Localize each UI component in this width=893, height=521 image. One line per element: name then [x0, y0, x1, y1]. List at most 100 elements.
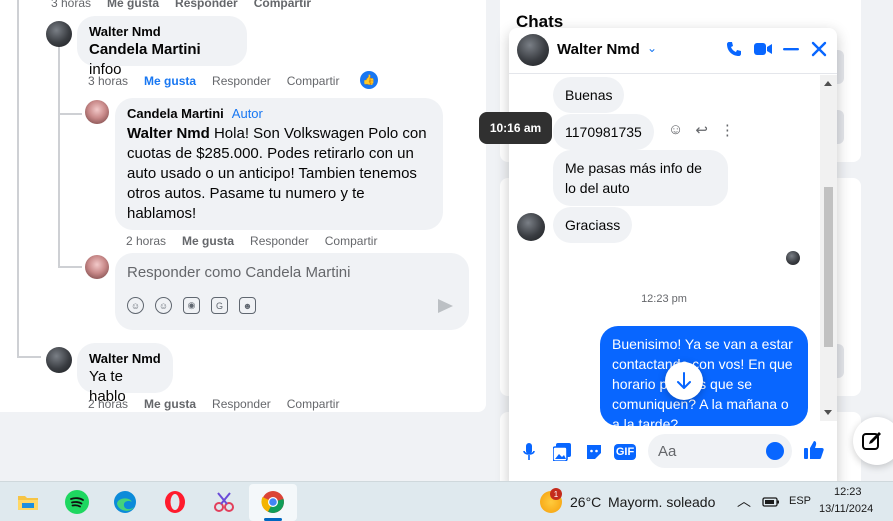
emoji-icon[interactable] [766, 442, 784, 460]
contact-avatar[interactable] [517, 213, 545, 241]
photo-icon[interactable] [552, 442, 572, 462]
reply-icon[interactable]: ↩ [695, 121, 708, 139]
comment-time[interactable]: 3 horas [88, 74, 128, 88]
emoji-icon[interactable]: ☺ [155, 297, 172, 314]
comment-author[interactable]: Walter Nmd [89, 24, 235, 40]
avatar-sticker-icon[interactable]: ☺ [127, 297, 144, 314]
microphone-icon[interactable] [519, 442, 539, 462]
avatar[interactable] [85, 100, 109, 124]
scrollbar-thumb[interactable] [824, 187, 833, 347]
reply-link[interactable]: Responder [175, 0, 238, 10]
message-timestamp: 12:23 pm [641, 293, 687, 305]
minimize-icon[interactable] [781, 39, 801, 59]
share-link[interactable]: Compartir [287, 74, 340, 88]
message-actions: ☺ ↩ ⋮ [668, 121, 735, 139]
avatar[interactable] [46, 347, 72, 373]
snipping-tool-icon[interactable] [210, 488, 238, 516]
clock-time[interactable]: 12:23 [834, 486, 862, 498]
reply-link[interactable]: Responder [250, 234, 309, 248]
my-message-bubble[interactable]: Buenisimo! Ya se van a estar contactando… [600, 326, 808, 426]
message-bubble[interactable]: 1170981735 [553, 114, 654, 150]
author-badge: Autor [231, 106, 263, 121]
avatar[interactable] [46, 21, 72, 47]
message-placeholder: Aa [658, 443, 677, 460]
new-message-button[interactable] [853, 417, 893, 465]
chevron-down-icon[interactable]: ⌄ [647, 41, 657, 55]
thread-line [58, 266, 82, 268]
video-icon[interactable] [753, 39, 773, 59]
message-bubble[interactable]: Graciass [553, 207, 633, 243]
weather-description[interactable]: Mayorm. soleado [608, 494, 715, 510]
like-link[interactable]: Me gusta [182, 234, 234, 248]
reply-link[interactable]: Responder [212, 74, 271, 88]
comment-actions: 3 horas Me gusta Responder Compartir [88, 74, 339, 88]
like-link[interactable]: Me gusta [144, 397, 196, 411]
share-link[interactable]: Compartir [287, 397, 340, 411]
opera-icon[interactable] [161, 488, 189, 516]
share-link[interactable]: Compartir [325, 234, 378, 248]
gif-icon[interactable]: G [211, 297, 228, 314]
comment-actions: 3 horas Me gusta Responder Compartir [51, 0, 311, 10]
phone-icon[interactable] [724, 39, 744, 59]
message-input[interactable]: Aa [648, 434, 792, 468]
thumbs-up-icon[interactable] [804, 440, 824, 460]
message-bubble[interactable]: Me pasas más info de lo del auto [553, 150, 728, 206]
chrome-icon[interactable] [259, 488, 287, 516]
comment-author[interactable]: Walter Nmd [89, 351, 161, 367]
more-icon[interactable]: ⋮ [720, 121, 735, 139]
message-list: Buenas 1170981735 ☺ ↩ ⋮ Me pasas más inf… [509, 75, 819, 426]
message-bubble[interactable]: Buenas [553, 77, 625, 113]
comment-bubble: Walter Nmd Candela Martini infoo [77, 16, 247, 78]
comment-actions: 2 horas Me gusta Responder Compartir [88, 397, 339, 411]
comment-bubble: Candela Martini Autor Walter Nmd Hola! So… [115, 98, 443, 230]
comment-time[interactable]: 3 horas [51, 0, 91, 10]
compose-icon [862, 432, 881, 450]
chevron-up-icon[interactable]: ︿ [737, 491, 751, 511]
thread-line [58, 113, 60, 268]
contact-name[interactable]: Walter Nmd [557, 41, 640, 58]
thread-line [17, 356, 41, 358]
scrollbar[interactable] [820, 75, 837, 421]
language-indicator[interactable]: ESP [789, 495, 811, 507]
temperature[interactable]: 26°C [570, 494, 601, 510]
comment-author[interactable]: Candela Martini [127, 106, 224, 121]
like-reaction-icon[interactable]: 👍 [360, 71, 378, 89]
thread-line [58, 45, 60, 115]
send-icon[interactable] [438, 299, 453, 313]
battery-icon[interactable] [757, 488, 785, 516]
comment-time[interactable]: 2 horas [88, 397, 128, 411]
gif-label: GIF [613, 444, 637, 460]
share-link[interactable]: Compartir [254, 0, 311, 10]
sticker-icon[interactable] [584, 442, 604, 462]
comment-mention[interactable]: Walter Nmd [127, 125, 210, 142]
messenger-chat-window: Walter Nmd ⌄ Buenas 1170981735 ☺ ↩ ⋮ Me … [509, 28, 837, 488]
scroll-down-arrow[interactable] [824, 410, 832, 415]
reply-input[interactable]: Responder como Candela Martini ☺ ☺ ◉ G ☻ [115, 253, 469, 330]
comments-panel: 3 horas Me gusta Responder Compartir Wal… [0, 0, 486, 412]
reply-toolbar: ☺ ☺ ◉ G ☻ [127, 297, 256, 314]
jump-to-bottom-button[interactable] [665, 362, 703, 400]
thread-line [17, 0, 19, 358]
like-link[interactable]: Me gusta [107, 0, 159, 10]
comment-author-row: Candela Martini Autor [127, 106, 431, 122]
gif-icon[interactable]: GIF [613, 442, 637, 462]
spotify-icon[interactable] [63, 488, 91, 516]
message-time-tooltip: 10:16 am [479, 112, 552, 144]
chat-header: Walter Nmd ⌄ [509, 28, 837, 74]
scroll-up-arrow[interactable] [824, 81, 832, 86]
reply-link[interactable]: Responder [212, 397, 271, 411]
like-link[interactable]: Me gusta [144, 74, 196, 88]
edge-icon[interactable] [111, 488, 139, 516]
close-icon[interactable] [809, 39, 829, 59]
comment-mention[interactable]: Candela Martini [89, 41, 201, 58]
file-explorer-icon[interactable] [14, 488, 42, 516]
thread-line [58, 113, 82, 115]
message-composer: GIF Aa [509, 428, 837, 478]
sticker-icon[interactable]: ☻ [239, 297, 256, 314]
clock-date[interactable]: 13/11/2024 [819, 503, 873, 515]
contact-avatar[interactable] [517, 34, 549, 66]
react-icon[interactable]: ☺ [668, 121, 683, 139]
seen-indicator [786, 251, 800, 265]
camera-icon[interactable]: ◉ [183, 297, 200, 314]
comment-time[interactable]: 2 horas [126, 234, 166, 248]
